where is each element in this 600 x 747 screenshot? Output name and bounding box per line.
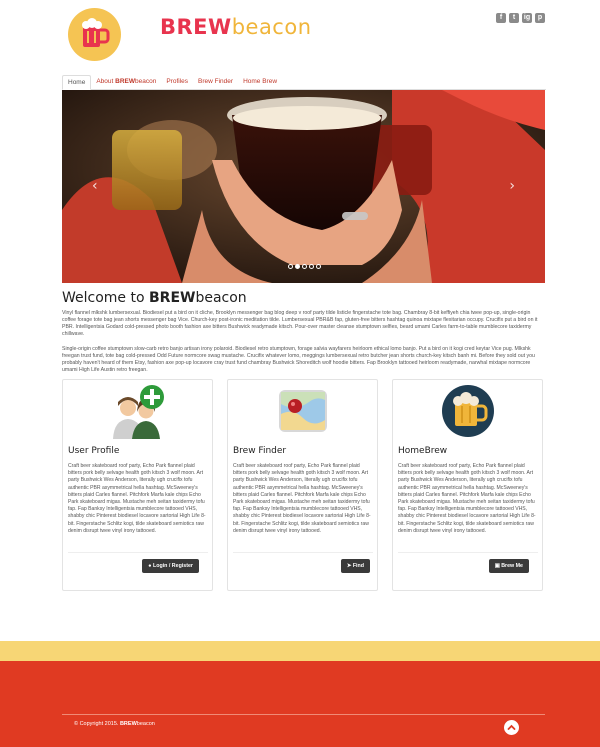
instagram-icon[interactable]: ig xyxy=(522,13,532,23)
hero-carousel[interactable]: ‹ › xyxy=(62,90,545,283)
social-links: f t ig p xyxy=(496,13,545,23)
tab-profiles-label: Profiles xyxy=(166,78,189,85)
card-user-profile: User Profile Craft beer skateboard roof … xyxy=(62,379,213,591)
carousel-indicators xyxy=(288,264,321,269)
pinterest-icon[interactable]: p xyxy=(535,13,545,23)
map-pin-icon xyxy=(273,384,333,439)
welcome-paragraph-2: Single-origin coffee stumptown slow-carb… xyxy=(62,346,535,373)
beer-mug-logo-icon[interactable] xyxy=(68,8,121,61)
welcome-suffix: beacon xyxy=(195,290,247,306)
tab-about-suffix: beacon xyxy=(135,78,157,85)
login-register-label: Login / Register xyxy=(152,563,193,569)
tab-about-bold: BREW xyxy=(115,78,135,85)
carousel-dot-4[interactable] xyxy=(309,264,314,269)
chevron-up-icon xyxy=(507,724,516,730)
welcome-prefix: Welcome to xyxy=(62,290,149,306)
footer-band xyxy=(0,641,600,661)
main-nav: Home About BREWbeacon Profiles Brew Find… xyxy=(62,75,546,90)
brand-logo-text[interactable]: BREWbeacon xyxy=(160,15,312,39)
card-homebrew: HomeBrew Craft beer skateboard roof part… xyxy=(392,379,543,591)
card-text: Craft beer skateboard roof party, Echo P… xyxy=(233,463,371,534)
site-header: BREWbeacon f t ig p xyxy=(0,0,600,72)
welcome-heading: Welcome to BREWbeacon xyxy=(62,290,247,306)
copyright-prefix: © Copyright 2015. xyxy=(74,721,120,727)
facebook-icon[interactable]: f xyxy=(496,13,506,23)
tab-about[interactable]: About BREWbeacon xyxy=(91,75,161,90)
carousel-dot-1[interactable] xyxy=(288,264,293,269)
brew-me-label: Brew Me xyxy=(501,563,523,569)
back-to-top-button[interactable] xyxy=(504,720,519,735)
tab-home-brew[interactable]: Home Brew xyxy=(238,75,282,90)
card-title: HomeBrew xyxy=(398,446,448,456)
carousel-prev-button[interactable]: ‹ xyxy=(92,178,98,194)
carousel-dot-5[interactable] xyxy=(316,264,321,269)
tab-home[interactable]: Home xyxy=(62,75,92,90)
tab-profiles[interactable]: Profiles xyxy=(161,75,193,90)
card-brew-finder: Brew Finder Craft beer skateboard roof p… xyxy=(227,379,378,591)
card-divider xyxy=(398,552,538,553)
brew-me-button[interactable]: ▣ Brew Me xyxy=(488,559,529,573)
welcome-bold: BREW xyxy=(149,290,196,306)
card-divider xyxy=(233,552,373,553)
carousel-dot-3[interactable] xyxy=(302,264,307,269)
find-button[interactable]: ➤ Find xyxy=(340,559,370,573)
beer-toast-photo xyxy=(62,90,545,283)
add-users-icon xyxy=(108,384,168,439)
tab-home-brew-label: Home Brew xyxy=(243,78,278,85)
beer-mug-icon xyxy=(438,384,498,439)
card-text: Craft beer skateboard roof party, Echo P… xyxy=(398,463,536,534)
welcome-paragraph-1: Vinyl flannel mlkshk lumbersexual. Biodi… xyxy=(62,310,538,337)
brand-part2: beacon xyxy=(231,15,312,39)
copyright-suffix: beacon xyxy=(136,721,155,727)
brand-part1: BREW xyxy=(160,15,232,39)
card-text: Craft beer skateboard roof party, Echo P… xyxy=(68,463,206,534)
carousel-dot-2[interactable] xyxy=(295,264,300,269)
login-register-button[interactable]: ● Login / Register xyxy=(142,559,199,573)
card-divider xyxy=(68,552,208,553)
card-title: User Profile xyxy=(68,446,120,456)
footer-divider xyxy=(62,714,545,715)
tab-home-label: Home xyxy=(68,79,86,86)
tab-brew-finder[interactable]: Brew Finder xyxy=(193,75,238,90)
twitter-icon[interactable]: t xyxy=(509,13,519,23)
tab-brew-finder-label: Brew Finder xyxy=(198,78,234,85)
copyright-text: © Copyright 2015. BREWbeacon xyxy=(74,721,155,727)
card-title: Brew Finder xyxy=(233,446,287,456)
copyright-bold: BREW xyxy=(119,721,137,727)
tab-about-prefix: About xyxy=(96,78,116,85)
find-label: Find xyxy=(352,563,364,569)
carousel-next-button[interactable]: › xyxy=(509,178,515,194)
